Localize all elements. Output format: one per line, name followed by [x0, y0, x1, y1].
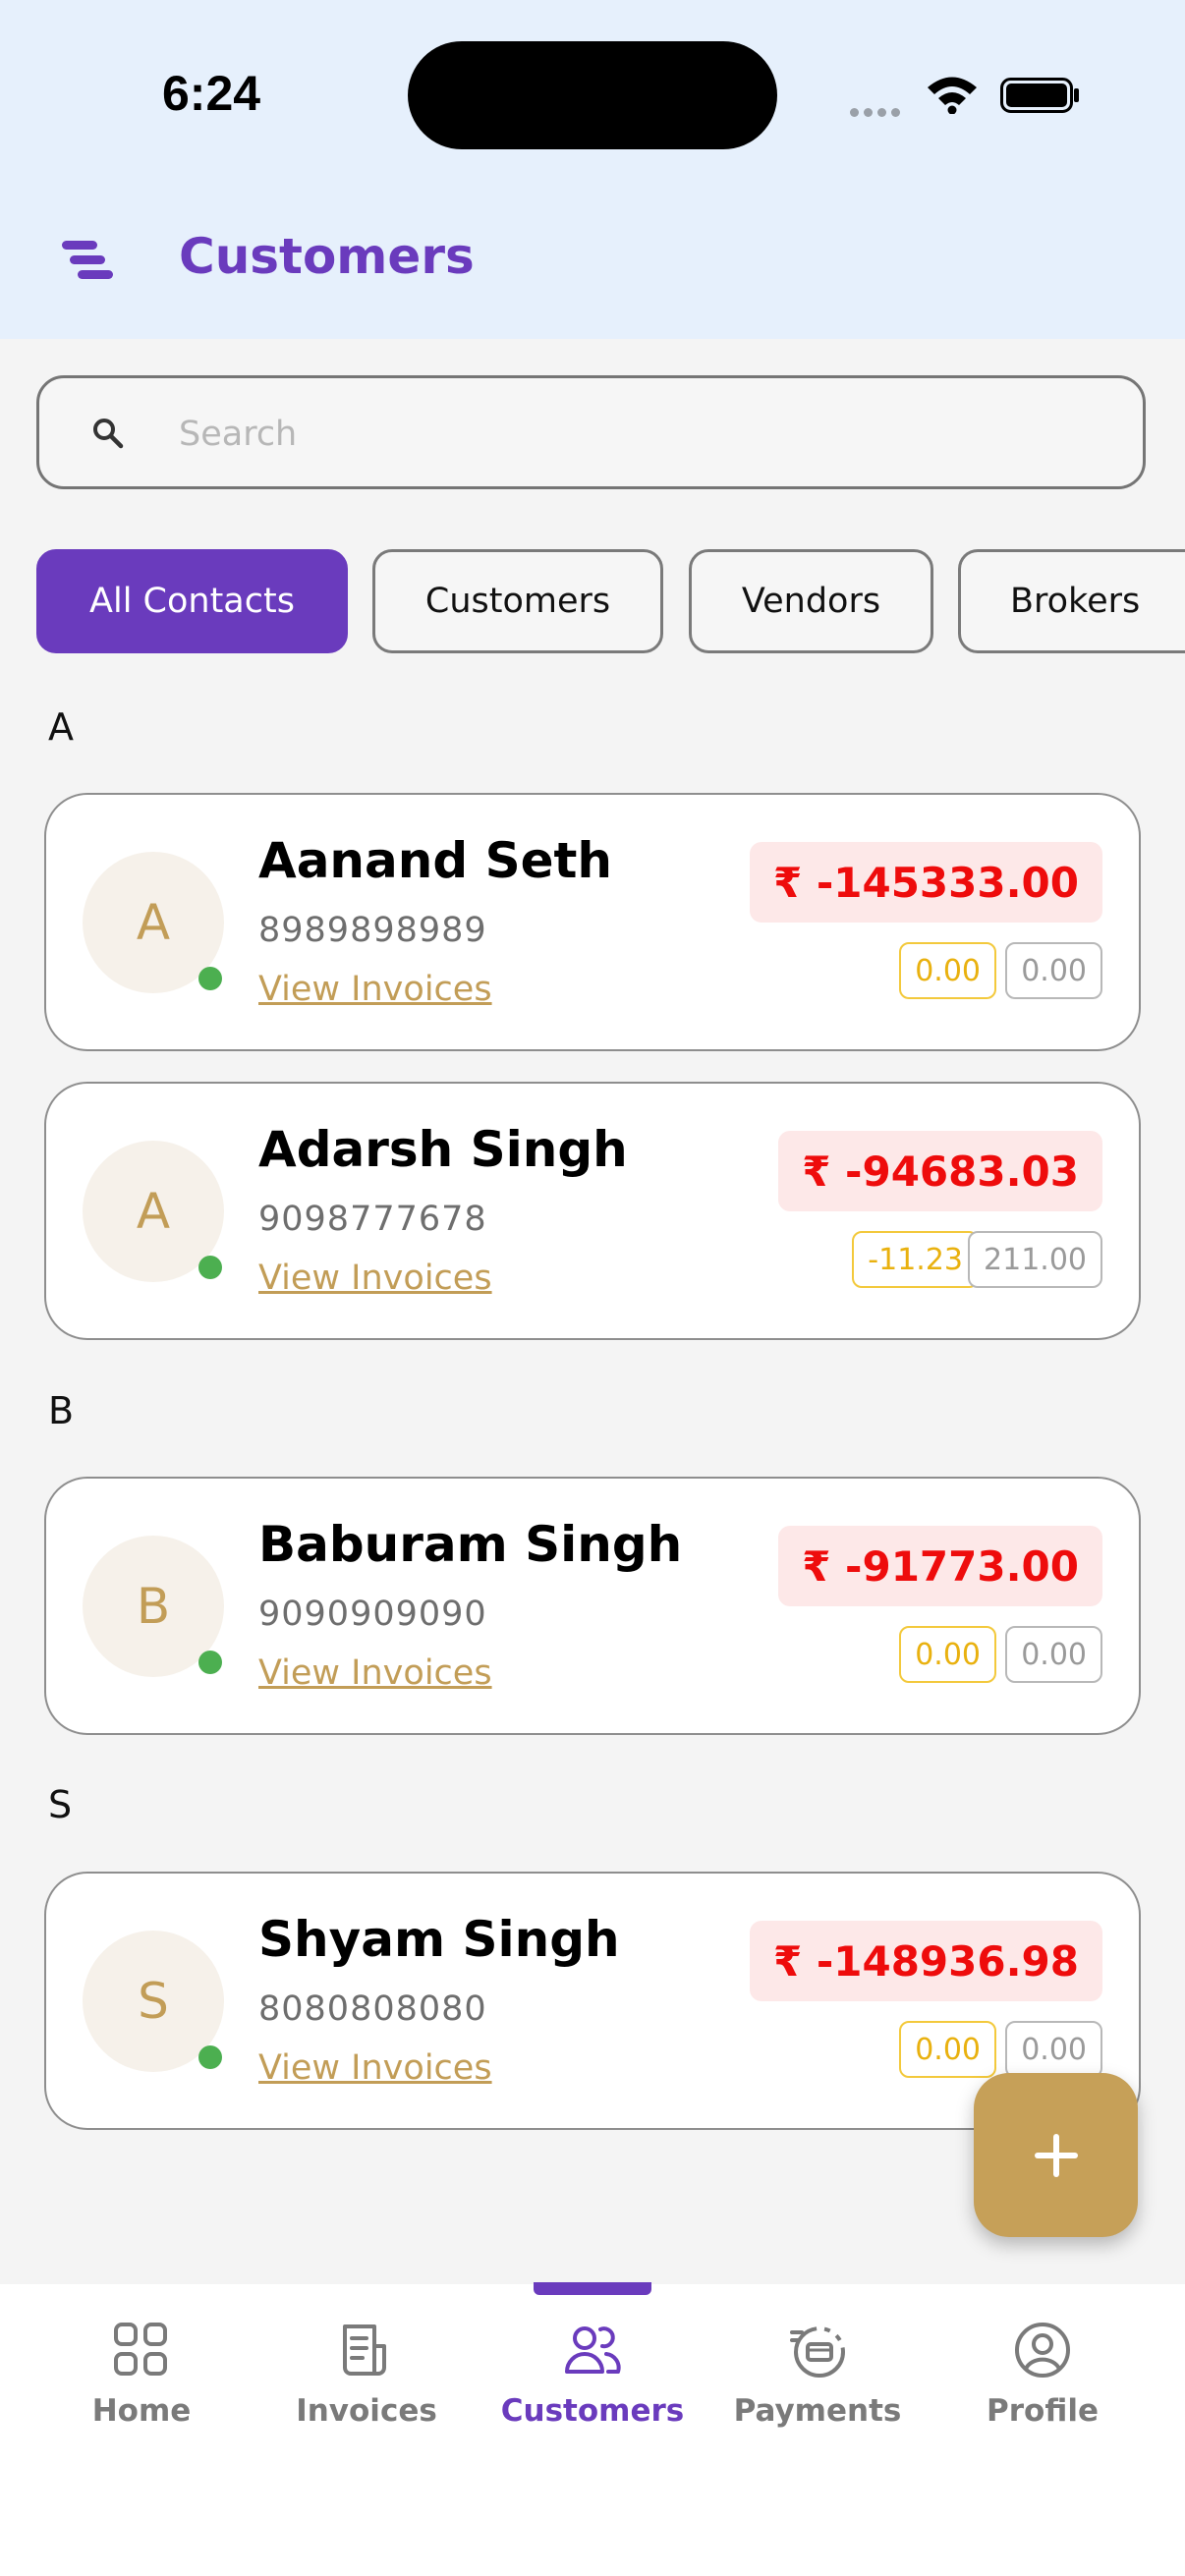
filter-label: Vendors — [741, 582, 881, 621]
nav-home[interactable]: Home — [43, 2319, 240, 2429]
nav-profile[interactable]: Profile — [944, 2319, 1141, 2429]
online-status-dot — [198, 1256, 222, 1279]
invoice-icon — [343, 2324, 386, 2376]
signal-icon — [850, 102, 905, 121]
filter-label: Brokers — [1010, 582, 1141, 621]
view-invoices-link[interactable]: View Invoices — [258, 970, 492, 1009]
section-header-s: S — [48, 1783, 73, 1826]
balance-badge: ₹ -91773.00 — [778, 1526, 1102, 1606]
filter-brokers[interactable]: Brokers — [958, 549, 1185, 653]
search-icon — [93, 419, 124, 449]
search-bar[interactable] — [36, 375, 1146, 489]
app-header — [0, 196, 1185, 339]
nav-customers[interactable]: Customers — [494, 2319, 691, 2429]
payments-icon — [790, 2326, 845, 2378]
battery-icon — [1000, 78, 1079, 113]
balance-badge: ₹ -94683.03 — [778, 1131, 1102, 1211]
nav-label: Home — [91, 2393, 192, 2429]
online-status-dot — [198, 1651, 222, 1674]
balance-badge: ₹ -148936.98 — [749, 1921, 1102, 2001]
contact-phone: 8080808080 — [258, 1989, 487, 2029]
contact-card[interactable]: A Adarsh Singh 9098777678 View Invoices … — [44, 1082, 1141, 1340]
nav-label: Payments — [733, 2393, 902, 2429]
other-amount-badge: 0.00 — [1005, 942, 1102, 999]
contact-name: Shyam Singh — [258, 1911, 620, 1968]
view-invoices-link[interactable]: View Invoices — [258, 1653, 492, 1693]
nav-label: Invoices — [296, 2393, 437, 2429]
pending-amount-badge: 0.00 — [899, 2021, 996, 2078]
nav-invoices[interactable]: Invoices — [268, 2319, 465, 2429]
contact-phone: 9090909090 — [258, 1595, 487, 1634]
pending-amount-badge: -11.23 — [852, 1231, 979, 1288]
section-header-a: A — [48, 705, 74, 749]
other-amount-badge: 0.00 — [1005, 1626, 1102, 1683]
nav-label: Customers — [500, 2393, 685, 2429]
users-icon — [565, 2326, 621, 2374]
page-title: Customers — [179, 228, 475, 285]
contact-card[interactable]: S Shyam Singh 8080808080 View Invoices ₹… — [44, 1872, 1141, 2130]
plus-icon — [1034, 2133, 1078, 2177]
status-time: 6:24 — [162, 66, 261, 121]
status-bar: 6:24 — [0, 0, 1185, 196]
filter-all-contacts[interactable]: All Contacts — [36, 549, 348, 653]
filter-customers[interactable]: Customers — [372, 549, 663, 653]
filter-label: Customers — [424, 582, 611, 621]
nav-payments[interactable]: Payments — [719, 2319, 916, 2429]
filter-vendors[interactable]: Vendors — [689, 549, 933, 653]
menu-icon[interactable] — [62, 239, 113, 282]
view-invoices-link[interactable]: View Invoices — [258, 1259, 492, 1298]
pending-amount-badge: 0.00 — [899, 1626, 996, 1683]
online-status-dot — [198, 2045, 222, 2069]
search-input[interactable] — [177, 408, 1065, 461]
contact-name: Aanand Seth — [258, 832, 612, 889]
other-amount-badge: 0.00 — [1005, 2021, 1102, 2078]
section-header-b: B — [48, 1389, 75, 1432]
contact-name: Baburam Singh — [258, 1516, 683, 1573]
balance-badge: ₹ -145333.00 — [749, 842, 1102, 923]
other-amount-badge: 211.00 — [968, 1231, 1102, 1288]
online-status-dot — [198, 967, 222, 990]
home-grid-icon — [114, 2323, 167, 2376]
filter-label: All Contacts — [89, 582, 295, 621]
contact-card[interactable]: A Aanand Seth 8989898989 View Invoices ₹… — [44, 793, 1141, 1051]
contact-name: Adarsh Singh — [258, 1121, 628, 1178]
contact-phone: 8989898989 — [258, 911, 487, 950]
profile-icon — [1015, 2323, 1070, 2378]
add-contact-button[interactable] — [974, 2073, 1138, 2237]
wifi-icon — [928, 77, 977, 114]
view-invoices-link[interactable]: View Invoices — [258, 2048, 492, 2088]
pending-amount-badge: 0.00 — [899, 942, 996, 999]
contact-card[interactable]: B Baburam Singh 9090909090 View Invoices… — [44, 1477, 1141, 1735]
nav-label: Profile — [987, 2393, 1099, 2429]
active-tab-indicator — [534, 2282, 651, 2295]
contact-phone: 9098777678 — [258, 1200, 487, 1239]
dynamic-island — [408, 41, 777, 149]
